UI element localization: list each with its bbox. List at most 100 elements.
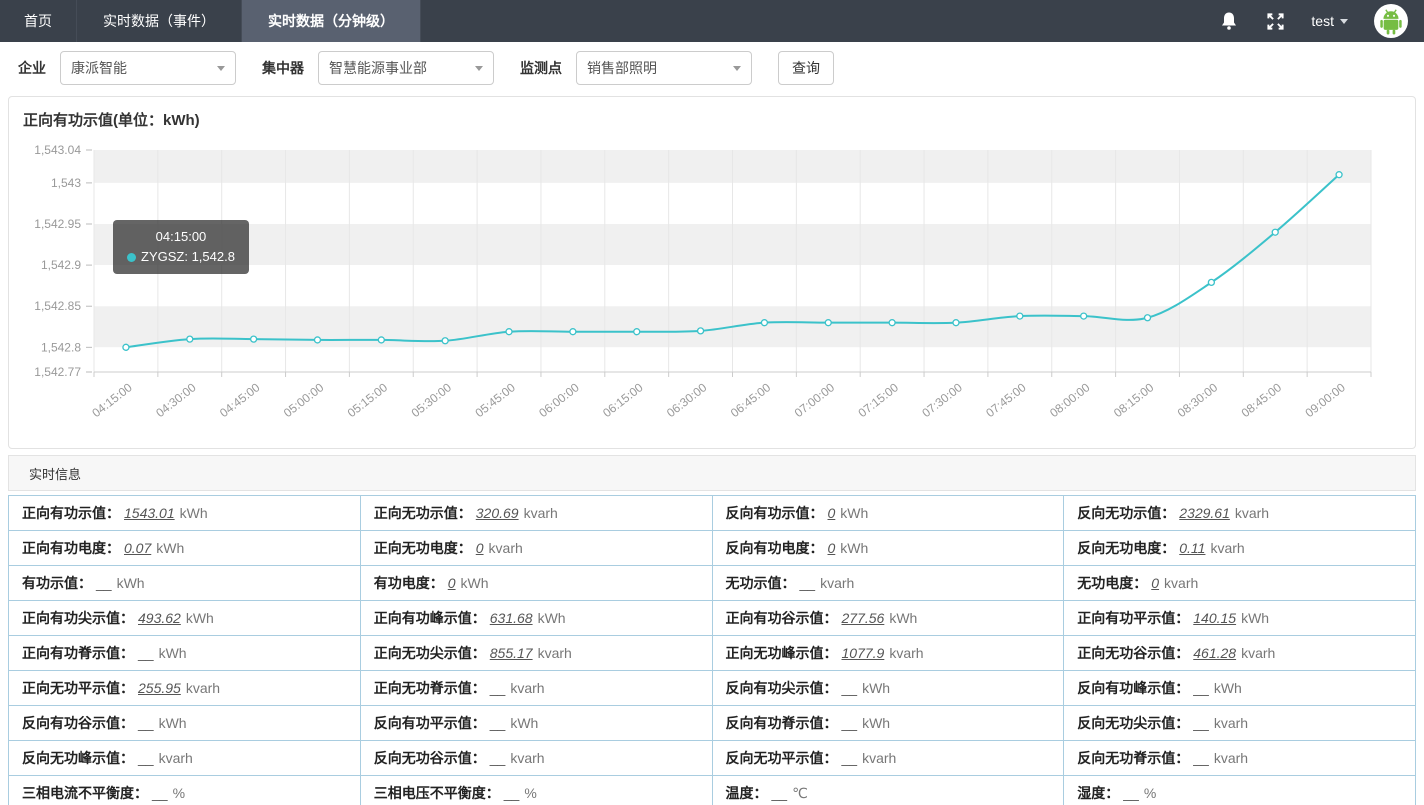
info-cell-value: __ bbox=[1123, 785, 1139, 801]
info-cell-label: 正向有功脊示值： bbox=[22, 645, 134, 661]
info-cell-label: 有功电度： bbox=[374, 575, 444, 591]
info-cell-label: 反向无功峰示值： bbox=[22, 750, 134, 766]
company-selected-value: 康派智能 bbox=[71, 58, 127, 78]
chevron-down-icon bbox=[733, 66, 741, 71]
realtime-info-table: 正向有功示值：1543.01kWh 正向无功示值：320.69kvarh 反向有… bbox=[8, 495, 1416, 805]
table-row: 有功示值：__kWh 有功电度：0kWh 无功示值：__kvarh 无功电度：0… bbox=[9, 566, 1416, 601]
svg-text:08:15:00: 08:15:00 bbox=[1111, 380, 1157, 420]
svg-text:06:15:00: 06:15:00 bbox=[600, 380, 646, 420]
android-avatar[interactable] bbox=[1374, 4, 1408, 38]
info-cell-unit: kvarh bbox=[159, 750, 193, 766]
info-cell: 反向无功谷示值：__kvarh bbox=[360, 741, 712, 776]
info-cell: 正向有功电度：0.07kWh bbox=[9, 531, 361, 566]
svg-text:08:45:00: 08:45:00 bbox=[1239, 380, 1285, 420]
concentrator-select[interactable]: 智慧能源事业部 bbox=[318, 51, 494, 85]
info-cell-value[interactable]: 0 bbox=[1151, 575, 1159, 591]
info-cell-unit: kWh bbox=[159, 645, 187, 661]
info-cell: 正向无功谷示值：461.28kvarh bbox=[1064, 636, 1416, 671]
table-row: 三相电流不平衡度：__% 三相电压不平衡度：__% 温度：__℃ 湿度：__% bbox=[9, 776, 1416, 805]
company-select[interactable]: 康派智能 bbox=[60, 51, 236, 85]
info-cell-unit: kWh bbox=[159, 715, 187, 731]
monitor-point-select[interactable]: 销售部照明 bbox=[576, 51, 752, 85]
query-button[interactable]: 查询 bbox=[778, 51, 834, 85]
nav-tab-realtime-minute[interactable]: 实时数据（分钟级） bbox=[242, 0, 421, 42]
nav-tab-realtime-event[interactable]: 实时数据（事件） bbox=[77, 0, 242, 42]
info-cell: 正向有功示值：1543.01kWh bbox=[9, 496, 361, 531]
info-cell-unit: kWh bbox=[862, 680, 890, 696]
info-cell-value[interactable]: 0 bbox=[828, 505, 836, 521]
info-cell: 正向有功谷示值：277.56kWh bbox=[712, 601, 1064, 636]
info-cell-value[interactable]: 2329.61 bbox=[1179, 505, 1230, 521]
user-name: test bbox=[1311, 13, 1334, 29]
concentrator-selected-value: 智慧能源事业部 bbox=[329, 58, 427, 78]
info-cell-value[interactable]: 493.62 bbox=[138, 610, 181, 626]
info-cell-unit: kvarh bbox=[1214, 750, 1248, 766]
bell-icon[interactable] bbox=[1219, 11, 1239, 31]
svg-text:05:00:00: 05:00:00 bbox=[281, 380, 327, 420]
chevron-down-icon bbox=[475, 66, 483, 71]
info-cell-value: __ bbox=[1193, 715, 1209, 731]
top-navbar: 首页 实时数据（事件） 实时数据（分钟级） test bbox=[0, 0, 1424, 42]
info-cell-value[interactable]: 631.68 bbox=[490, 610, 533, 626]
info-cell: 有功电度：0 kWh bbox=[360, 566, 712, 601]
svg-text:07:30:00: 07:30:00 bbox=[919, 380, 965, 420]
info-cell-unit: kvarh bbox=[1210, 540, 1244, 556]
line-chart[interactable]: 1,542.771,542.81,542.851,542.91,542.951,… bbox=[9, 132, 1415, 448]
svg-text:1,543: 1,543 bbox=[51, 176, 81, 190]
info-cell-value[interactable]: 0.07 bbox=[124, 540, 151, 556]
info-cell-value[interactable]: 277.56 bbox=[842, 610, 885, 626]
info-cell-unit: kvarh bbox=[1164, 575, 1198, 591]
chart-title: 正向有功示值(单位：kWh) bbox=[9, 97, 1415, 132]
info-cell-label: 正向有功电度： bbox=[22, 540, 120, 556]
info-cell-label: 反向无功电度： bbox=[1077, 540, 1175, 556]
info-cell-unit: kvarh bbox=[1241, 645, 1275, 661]
svg-text:06:30:00: 06:30:00 bbox=[664, 380, 710, 420]
info-cell-value: __ bbox=[490, 715, 506, 731]
info-cell-label: 反向无功示值： bbox=[1077, 505, 1175, 521]
table-row: 正向有功示值：1543.01kWh 正向无功示值：320.69kvarh 反向有… bbox=[9, 496, 1416, 531]
info-cell-unit: kWh bbox=[510, 715, 538, 731]
info-cell-label: 反向有功尖示值： bbox=[726, 680, 838, 696]
info-cell-unit: kWh bbox=[461, 575, 489, 591]
svg-text:05:45:00: 05:45:00 bbox=[472, 380, 518, 420]
info-cell-unit: kvarh bbox=[489, 540, 523, 556]
info-cell-value: __ bbox=[138, 645, 154, 661]
info-cell: 反向有功峰示值：__kWh bbox=[1064, 671, 1416, 706]
info-cell: 正向无功示值：320.69kvarh bbox=[360, 496, 712, 531]
info-cell-value[interactable]: 0 bbox=[476, 540, 484, 556]
info-cell-label: 正向有功平示值： bbox=[1077, 610, 1189, 626]
chevron-down-icon bbox=[217, 66, 225, 71]
info-cell-value[interactable]: 0 bbox=[448, 575, 456, 591]
fullscreen-icon[interactable] bbox=[1265, 11, 1285, 31]
info-cell-value[interactable]: 1543.01 bbox=[124, 505, 175, 521]
monitor-point-label: 监测点 bbox=[520, 58, 562, 78]
info-cell-unit: kvarh bbox=[524, 505, 558, 521]
user-menu[interactable]: test bbox=[1311, 13, 1348, 29]
info-cell: 反向有功谷示值：__kWh bbox=[9, 706, 361, 741]
svg-text:07:15:00: 07:15:00 bbox=[856, 380, 902, 420]
info-cell-value: __ bbox=[490, 750, 506, 766]
info-cell-value: __ bbox=[772, 785, 788, 801]
nav-tab-home[interactable]: 首页 bbox=[0, 0, 77, 42]
svg-text:1,542.85: 1,542.85 bbox=[34, 299, 81, 313]
info-cell-value[interactable]: 140.15 bbox=[1193, 610, 1236, 626]
info-cell-value[interactable]: 461.28 bbox=[1193, 645, 1236, 661]
svg-text:08:00:00: 08:00:00 bbox=[1047, 380, 1093, 420]
info-cell-value: __ bbox=[152, 785, 168, 801]
chart-canvas: 1,542.771,542.81,542.851,542.91,542.951,… bbox=[9, 132, 1409, 448]
info-cell-unit: kWh bbox=[538, 610, 566, 626]
info-cell-value[interactable]: 855.17 bbox=[490, 645, 533, 661]
info-cell-value[interactable]: 320.69 bbox=[476, 505, 519, 521]
info-cell-label: 反向有功示值： bbox=[726, 505, 824, 521]
info-cell: 反向有功尖示值：__kWh bbox=[712, 671, 1064, 706]
info-cell-value[interactable]: 255.95 bbox=[138, 680, 181, 696]
info-cell: 反向无功脊示值：__kvarh bbox=[1064, 741, 1416, 776]
info-cell-value[interactable]: 0 bbox=[828, 540, 836, 556]
info-cell: 正向有功脊示值：__ kWh bbox=[9, 636, 361, 671]
info-cell-value[interactable]: 1077.9 bbox=[842, 645, 885, 661]
info-cell-unit: kvarh bbox=[538, 645, 572, 661]
info-cell: 反向无功示值：2329.61kvarh bbox=[1064, 496, 1416, 531]
info-cell: 反向无功平示值：__kvarh bbox=[712, 741, 1064, 776]
info-cell-unit: kvarh bbox=[889, 645, 923, 661]
info-cell-value[interactable]: 0.11 bbox=[1179, 540, 1205, 556]
